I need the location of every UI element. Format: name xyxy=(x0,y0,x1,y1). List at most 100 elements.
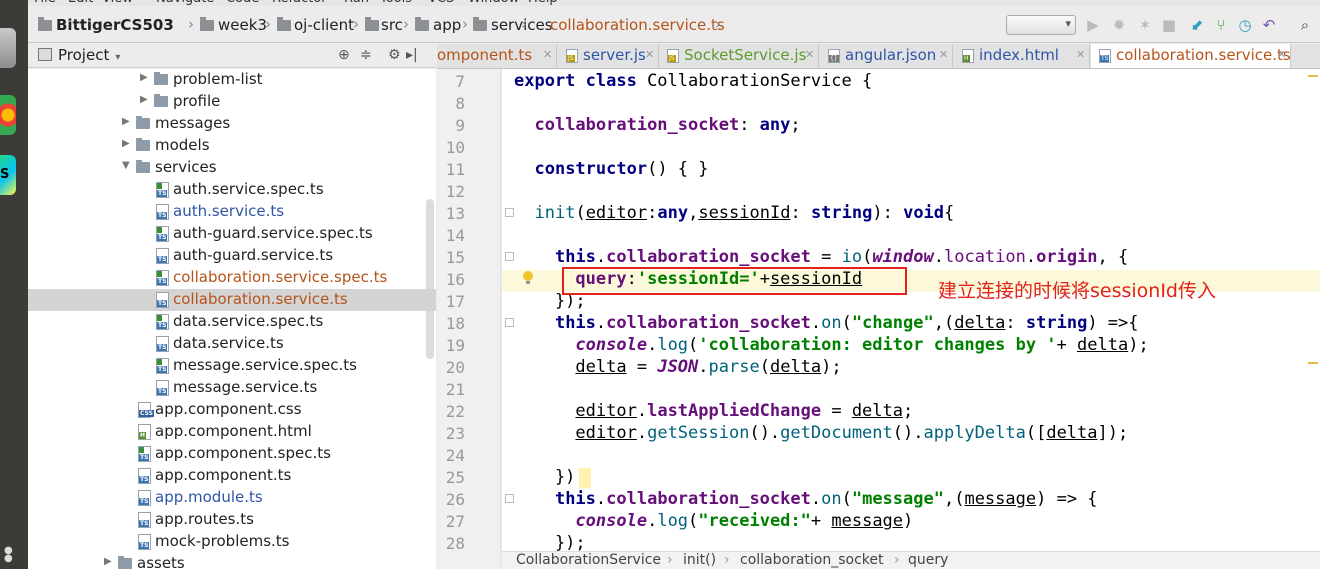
hide-panel-icon[interactable]: ▸| xyxy=(406,47,418,63)
tree-item[interactable]: ▶ messages xyxy=(28,113,436,135)
vcs-commit-icon[interactable]: ⑂ xyxy=(1212,16,1230,34)
tree-item[interactable]: TS collaboration.service.ts xyxy=(28,289,436,311)
tree-item[interactable]: TS auth-guard.service.spec.ts xyxy=(28,223,436,245)
tree-item[interactable]: TS message.service.spec.ts xyxy=(28,355,436,377)
breadcrumb-app[interactable]: app xyxy=(433,16,461,34)
fold-toggle-icon[interactable] xyxy=(505,208,514,217)
undo-icon[interactable]: ↶ xyxy=(1260,16,1278,34)
line-number: 19 xyxy=(445,336,465,355)
tree-item[interactable]: ▶ problem-list xyxy=(28,69,436,91)
launcher-dock: S ● ● xyxy=(0,0,28,569)
close-icon[interactable]: ✕ xyxy=(645,48,654,61)
menu-item[interactable]: Help xyxy=(528,0,558,6)
menu-item[interactable]: Navigate xyxy=(156,0,214,6)
menu-item[interactable]: Run xyxy=(344,0,369,6)
line-number: 25 xyxy=(445,468,465,487)
editor-tab[interactable]: omponent.ts ✕ xyxy=(437,44,557,68)
editor-tab[interactable]: TS collaboration.service.ts ✕ xyxy=(1091,44,1291,68)
vcs-history-icon[interactable]: ◷ xyxy=(1236,16,1254,34)
crumb-field[interactable]: collaboration_socket xyxy=(740,552,884,568)
tree-item[interactable]: ▶ assets xyxy=(28,553,436,569)
project-panel-title[interactable]: Project ▾ xyxy=(38,46,120,64)
menu-item[interactable]: Tools xyxy=(380,0,412,6)
tree-item[interactable]: Happ.component.html xyxy=(28,421,436,443)
run-icon[interactable]: ▶ xyxy=(1084,16,1102,34)
webstorm-icon[interactable]: S xyxy=(0,155,16,195)
tree-item[interactable]: TS collaboration.service.spec.ts xyxy=(28,267,436,289)
error-stripe-mark[interactable] xyxy=(1308,362,1318,364)
fold-toggle-icon[interactable] xyxy=(505,318,514,327)
editor-tab[interactable]: JS SocketService.js ✕ xyxy=(659,44,819,68)
stop-icon[interactable]: ■ xyxy=(1160,16,1178,34)
tree-item[interactable]: TS app.routes.ts xyxy=(28,509,436,531)
tree-item[interactable]: TS app.component.spec.ts xyxy=(28,443,436,465)
tree-item[interactable]: TS auth.service.spec.ts xyxy=(28,179,436,201)
line-number: 24 xyxy=(445,446,465,465)
tree-item[interactable]: TS data.service.ts xyxy=(28,333,436,355)
tree-item[interactable]: ▼ services xyxy=(28,157,436,179)
breadcrumb-oj-client[interactable]: oj-client xyxy=(294,16,354,34)
breadcrumb-project[interactable]: BittigerCS503 xyxy=(56,16,174,34)
tree-item[interactable]: TS auth-guard.service.ts xyxy=(28,245,436,267)
close-icon[interactable]: ✕ xyxy=(939,48,948,61)
tree-item-label: app.routes.ts xyxy=(155,510,254,528)
folder-icon xyxy=(136,138,150,151)
gear-icon[interactable]: ⚙ xyxy=(388,47,401,63)
crumb-property[interactable]: query xyxy=(908,552,948,568)
tree-item[interactable]: CSS app.component.css xyxy=(28,399,436,421)
chevron-right-icon[interactable]: ▶ xyxy=(122,116,130,127)
chevron-right-icon[interactable]: ▶ xyxy=(140,94,148,105)
close-icon[interactable]: ✕ xyxy=(543,48,552,61)
fold-toggle-icon[interactable] xyxy=(505,494,514,503)
locate-icon[interactable]: ⊕ xyxy=(338,47,350,63)
editor-tab[interactable]: {} angular.json ✕ xyxy=(820,44,953,68)
menu-item[interactable]: Code xyxy=(226,0,259,6)
coverage-icon[interactable]: ✶ xyxy=(1136,16,1154,34)
tree-item-label: problem-list xyxy=(173,70,263,88)
menu-item[interactable]: File xyxy=(34,0,56,6)
chrome-icon[interactable] xyxy=(0,95,16,135)
close-icon[interactable]: ✕ xyxy=(805,48,814,61)
tree-item[interactable]: TS mock-problems.ts xyxy=(28,531,436,553)
chevron-right-icon[interactable]: ▶ xyxy=(104,556,112,567)
error-stripe-mark[interactable] xyxy=(1308,75,1318,77)
tree-item[interactable]: TS data.service.spec.ts xyxy=(28,311,436,333)
breadcrumb-src[interactable]: src xyxy=(381,16,403,34)
menu-item[interactable]: Edit xyxy=(68,0,93,6)
chevron-down-icon[interactable]: ▼ xyxy=(122,160,130,171)
menu-item[interactable]: VCS xyxy=(428,0,454,6)
run-config-select[interactable] xyxy=(1006,15,1076,35)
menu-item[interactable]: Refactor xyxy=(272,0,327,6)
ts-file-icon: TS xyxy=(156,358,169,374)
file-folder-icon[interactable] xyxy=(0,28,16,68)
search-icon[interactable]: ⌕ xyxy=(1296,16,1314,34)
tree-item[interactable]: TS message.service.ts xyxy=(28,377,436,399)
menu-item[interactable]: Window xyxy=(468,0,519,6)
editor-tab[interactable]: JS server.js ✕ xyxy=(558,44,659,68)
dock-more-icon[interactable]: ● ● xyxy=(4,546,13,564)
tree-item[interactable]: TS app.component.ts xyxy=(28,465,436,487)
tree-item[interactable]: TS app.module.ts xyxy=(28,487,436,509)
breadcrumb-file[interactable]: collaboration.service.ts xyxy=(550,16,725,34)
debug-icon[interactable]: ✹ xyxy=(1110,16,1128,34)
collapse-all-icon[interactable]: ≑ xyxy=(360,47,372,63)
editor-tab[interactable]: Hindex.html ✕ xyxy=(954,44,1090,68)
vcs-update-icon[interactable]: ⬋ xyxy=(1188,16,1206,34)
tree-item[interactable]: ▶ profile xyxy=(28,91,436,113)
lightbulb-icon[interactable] xyxy=(522,271,534,286)
close-icon[interactable]: ✕ xyxy=(1076,48,1085,61)
breadcrumb-week3[interactable]: week3 xyxy=(218,16,267,34)
crumb-method[interactable]: init() xyxy=(683,552,716,568)
chevron-right-icon[interactable]: ▶ xyxy=(140,72,148,83)
annotation-box xyxy=(562,267,907,295)
close-icon[interactable]: ✕ xyxy=(1277,48,1286,61)
code-line: constructor() { } xyxy=(534,159,709,179)
line-number: 14 xyxy=(445,226,465,245)
tree-item[interactable]: TS auth.service.ts xyxy=(28,201,436,223)
chevron-right-icon[interactable]: ▶ xyxy=(122,138,130,149)
fold-toggle-icon[interactable] xyxy=(505,252,514,261)
tree-item[interactable]: ▶ models xyxy=(28,135,436,157)
crumb-class[interactable]: CollaborationService xyxy=(516,552,661,568)
tree-item-label: models xyxy=(155,136,210,154)
menu-item[interactable]: View xyxy=(102,0,133,6)
